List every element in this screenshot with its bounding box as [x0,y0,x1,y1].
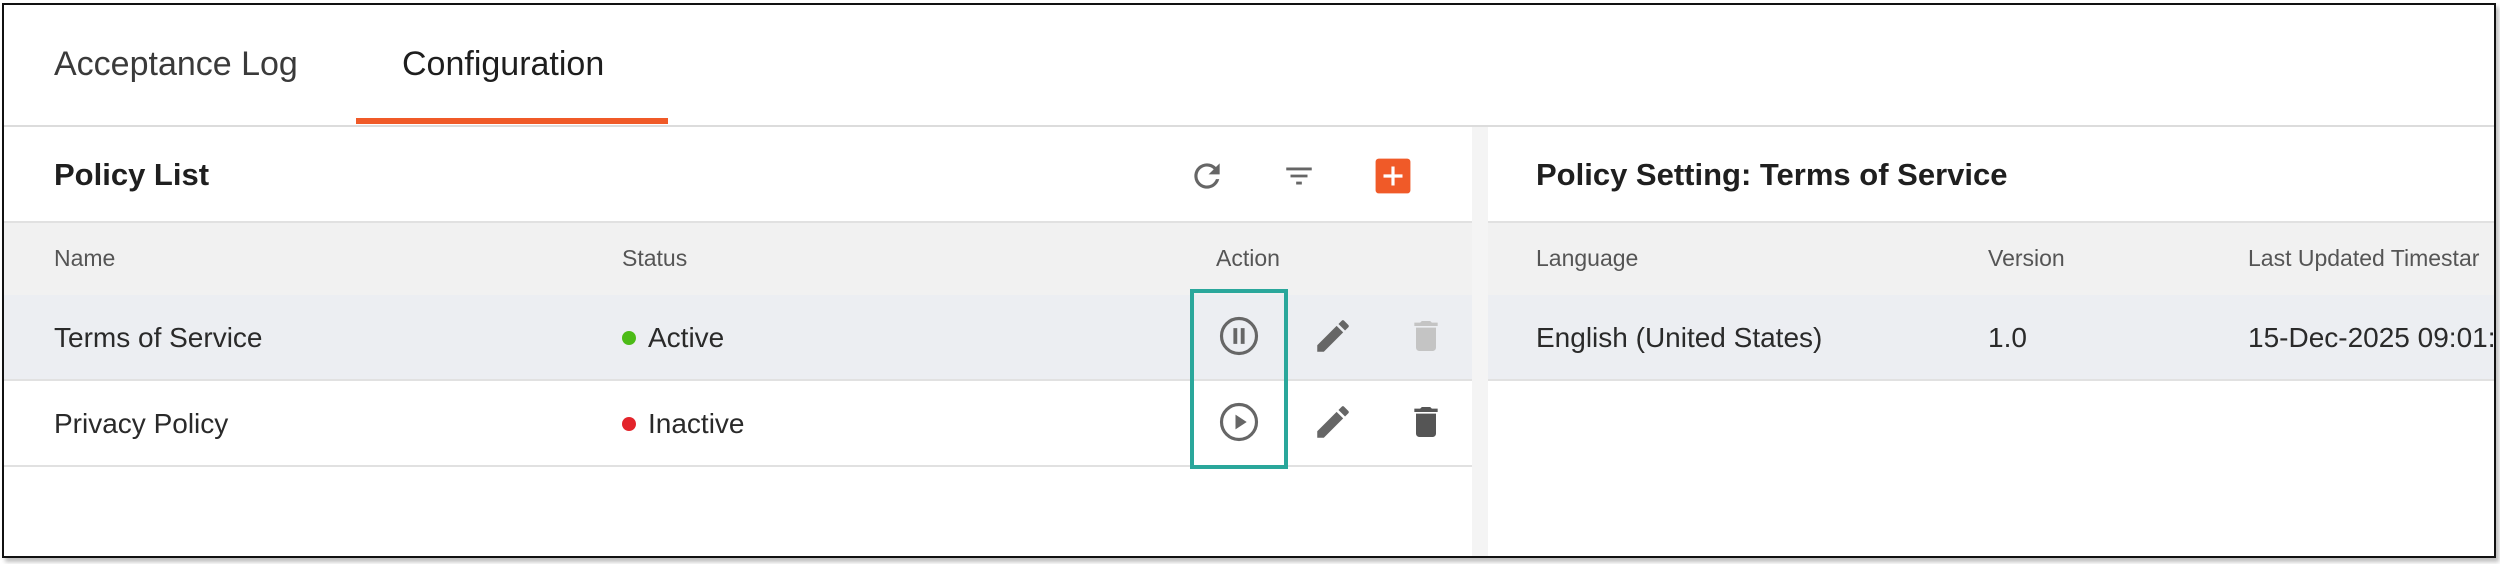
policy-setting-title: Policy Setting: Terms of Service [1536,157,2008,192]
pause-button[interactable] [1218,315,1260,357]
version-value: 1.0 [1988,322,2027,353]
plus-icon [1375,158,1411,194]
status-dot [622,331,636,345]
edit-button[interactable] [1312,401,1354,443]
add-policy-button[interactable] [1374,157,1412,195]
column-status: Status [622,245,688,271]
filter-button[interactable] [1280,159,1318,193]
pencil-icon [1317,406,1349,438]
status-badge: Inactive [622,408,745,440]
play-icon [1219,402,1259,442]
language-value: English (United States) [1536,322,1823,353]
table-row[interactable]: English (United States) 1.0 15-Dec-2025 … [1488,295,2494,381]
app-window: Acceptance Log Configuration Policy List… [2,3,2496,558]
last-updated-value: 15-Dec-2025 09:01: [2248,322,2496,353]
table-row[interactable]: Terms of Service Active [4,295,1472,381]
policy-setting-panel: Policy Setting: Terms of Service Languag… [1488,127,2494,556]
status-label: Active [648,322,725,353]
delete-button[interactable] [1406,401,1446,443]
activate-button[interactable] [1218,401,1260,443]
tab-bar: Acceptance Log Configuration [4,5,2494,127]
policy-name: Privacy Policy [54,408,229,439]
status-dot [622,417,636,431]
filter-icon [1286,167,1312,185]
column-language: Language [1536,245,1639,271]
refress-button[interactable] [1188,157,1226,195]
status-label: Inactive [648,408,745,439]
column-action: Action [1216,245,1280,271]
status-badge: Active [622,322,724,354]
pencil-icon [1317,320,1349,352]
tab-configuration[interactable]: Configuration [402,45,604,84]
policy-list-title: Policy List [54,157,210,192]
policy-setting-header: Language Version Last Updated Timestar [1488,221,2494,297]
trash-icon [1414,407,1438,437]
delete-button-disabled [1406,315,1446,357]
trash-icon [1414,321,1438,351]
active-tab-indicator [356,118,668,124]
panel-divider [1472,127,1488,556]
policy-list-header: Name Status Action [4,221,1472,297]
column-name: Name [54,245,116,271]
refresh-icon [1194,163,1220,189]
table-row[interactable]: Privacy Policy Inactive [4,381,1472,467]
edit-button[interactable] [1312,315,1354,357]
column-last-updated: Last Updated Timestar [2248,245,2480,271]
tab-acceptance-log[interactable]: Acceptance Log [54,45,298,84]
policy-list-panel: Policy List Name Status Action Terms of … [4,127,1472,556]
policy-name: Terms of Service [54,322,263,353]
pause-icon [1219,316,1259,356]
column-version: Version [1988,245,2065,271]
